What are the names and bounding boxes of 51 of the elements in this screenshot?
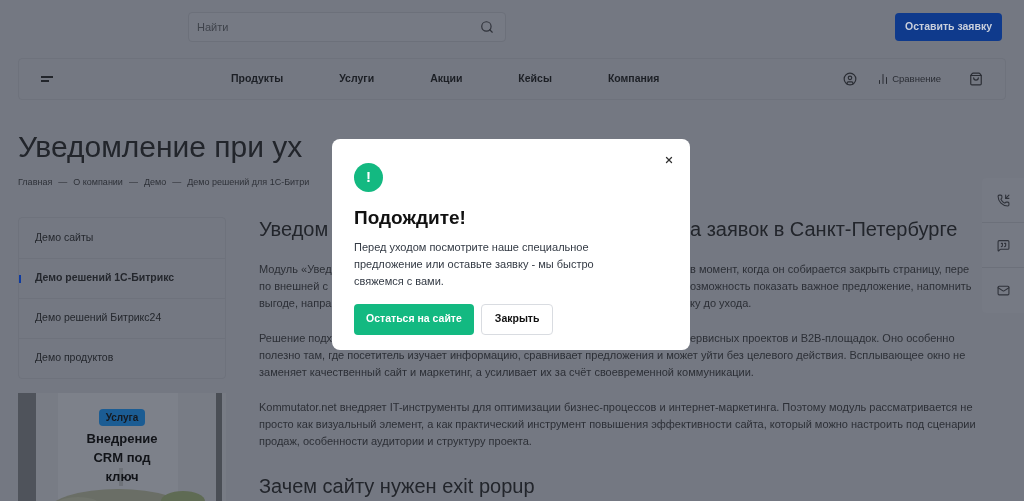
breadcrumb-link[interactable]: Главная [18, 176, 53, 190]
sidebar-item[interactable]: Демо продуктов [19, 337, 225, 378]
breadcrumb-link[interactable]: Демо [143, 176, 167, 190]
sidebar-item[interactable]: Демо сайты [19, 217, 225, 258]
page-title: Уведомление при ух [18, 129, 303, 165]
compare-link[interactable]: Сравнение [892, 71, 941, 87]
sidebar-item[interactable]: Демо решений Битрикс24 [19, 297, 225, 338]
stay-button[interactable]: Остаться на сайте [354, 303, 474, 335]
paragraph-line: Модуль «Увед [259, 263, 332, 275]
popup-title: Подождите! [354, 206, 467, 230]
search-field[interactable]: Найти [188, 12, 506, 42]
promo-title: Внедрение CRM под ключ [85, 429, 159, 486]
mail-icon[interactable] [996, 284, 1010, 297]
nav-link[interactable]: Компания [607, 71, 660, 87]
alert-icon: ! [354, 163, 383, 192]
breadcrumb-link[interactable]: Демо решений для 1С-Битри [187, 176, 310, 190]
paragraph-line: по внешней с [259, 280, 328, 292]
nav-link[interactable]: Кейсы [518, 71, 552, 87]
paragraph-line: ервисных проектов и B2B-площадок. Оно особенно [690, 331, 955, 346]
nav-link[interactable]: Услуги [339, 71, 375, 87]
profile-icon[interactable] [843, 72, 858, 86]
menu-icon[interactable] [41, 76, 53, 82]
section-heading: Зачем сайту нужен exit popup [259, 474, 536, 499]
breadcrumb-separator: — [172, 176, 182, 189]
article-heading: Уведом [259, 218, 329, 240]
paragraph-line: продаж, особенности аудитории и структуру проекта. [259, 434, 532, 449]
chat-icon[interactable] [996, 238, 1010, 252]
phone-icon[interactable] [996, 193, 1010, 207]
close-popup-button[interactable]: Закрыть [480, 303, 554, 335]
paragraph-line: ку до ухода. [690, 296, 752, 311]
paragraph-line: выгоде, напра [259, 297, 332, 309]
breadcrumb-separator: — [128, 176, 138, 189]
sidebar-item[interactable]: Демо решений 1С-Битрикс [19, 257, 225, 298]
search-icon[interactable] [480, 20, 494, 34]
promo-card[interactable]: Услуга Внедрение CRM под ключ [18, 392, 226, 501]
request-button[interactable]: Оставить заявку [895, 13, 1002, 41]
breadcrumb-link[interactable]: О компании [73, 176, 123, 190]
cart-icon[interactable] [969, 72, 983, 86]
paragraph-line: в момент, когда он собирается закрыть страницу, пере [690, 262, 970, 277]
article-heading: а заявок в Санкт-Петербурге [690, 217, 958, 242]
chart-icon[interactable] [877, 73, 890, 85]
nav-link[interactable]: Акции [430, 71, 463, 87]
popup-text: Перед уходом посмотрите наше специальное предложение или оставьте заявку - мы быстро свяжемся с вами. [354, 239, 595, 289]
paragraph-line: Решение подх [259, 332, 333, 344]
nav-link[interactable]: Продукты [231, 71, 284, 87]
paragraph-line: Kommutator.net внедряет IT-инструменты для оптимизации бизнес-процессов и интернет-маркетинга. Поэтому модуль рассматривается не [259, 400, 973, 415]
paragraph-line: заменяет качественный сайт и маркетинг, а усиливает их за счёт своевременной коммуникации. [259, 365, 754, 380]
paragraph-line: полезно там, где посетитель изучает информацию, сравнивает предложения и может уйти без целевого действия. Всплывающее окно не [259, 348, 966, 363]
paragraph-line: озможность показать важное предложение, напомнить [690, 279, 972, 294]
paragraph-line: просто как визуальный элемент, а как практический инструмент повышения эффективности сайта, который можно настроить под сценарии [259, 417, 976, 432]
breadcrumb-separator: — [58, 176, 68, 189]
